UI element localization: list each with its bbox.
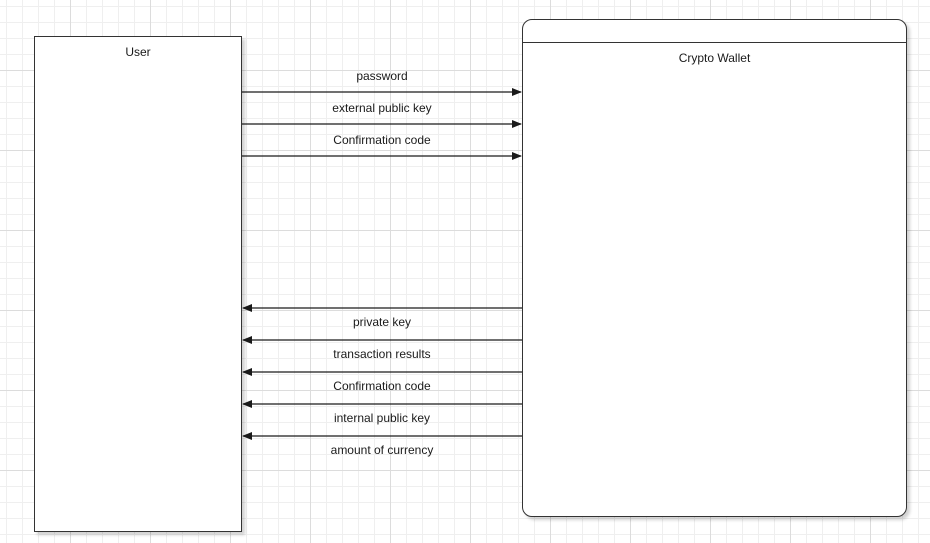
flow-label-external-public-key[interactable]: external public key (242, 101, 522, 115)
flow-label-internal-public-key[interactable]: internal public key (242, 411, 522, 425)
flow-label-confirmation-code-in[interactable]: Confirmation code (242, 133, 522, 147)
flow-label-transaction-results[interactable]: transaction results (242, 347, 522, 361)
flow-label-password[interactable]: password (242, 69, 522, 83)
diagram-canvas: User Crypto Wallet password external pub… (0, 0, 930, 543)
flow-label-private-key[interactable]: private key (242, 315, 522, 329)
flow-label-confirmation-code-out[interactable]: Confirmation code (242, 379, 522, 393)
flow-label-amount-of-currency[interactable]: amount of currency (242, 443, 522, 457)
